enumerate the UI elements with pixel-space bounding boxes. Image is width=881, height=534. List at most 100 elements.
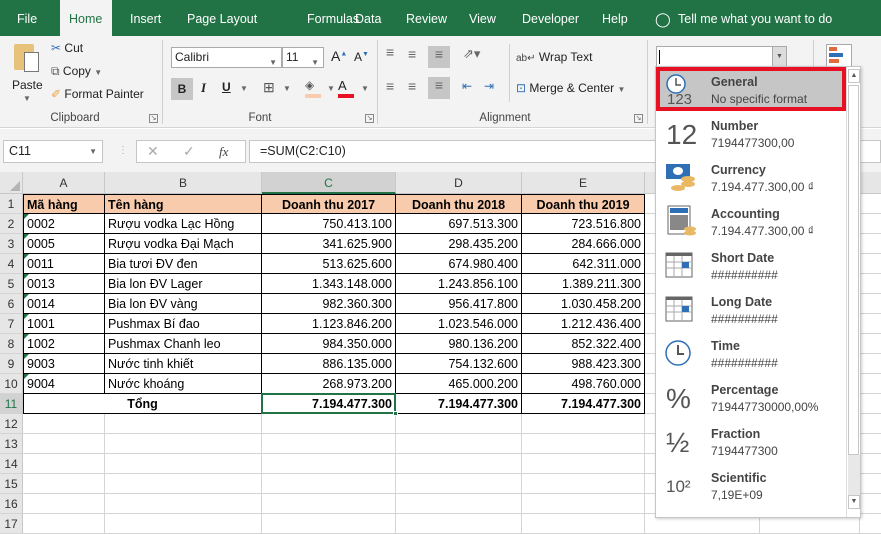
row-header-4[interactable]: 4 bbox=[0, 254, 23, 274]
fill-color-button[interactable]: ◈ bbox=[305, 78, 321, 98]
row-header-10[interactable]: 10 bbox=[0, 374, 23, 394]
merge-center-button[interactable]: ⊡ Merge & Center ▼ bbox=[516, 81, 625, 95]
cell-h8[interactable] bbox=[860, 334, 881, 354]
cell-c17[interactable] bbox=[262, 514, 396, 534]
revenue-cell[interactable]: 956.417.800 bbox=[396, 294, 522, 314]
revenue-cell[interactable]: 498.760.000 bbox=[522, 374, 645, 394]
header-cell-a1[interactable]: Mã hàng bbox=[23, 194, 105, 214]
align-left-button[interactable]: ≡ bbox=[386, 78, 394, 94]
format-option-fraction[interactable]: ½ Fraction 7194477300 bbox=[656, 419, 846, 463]
cell-h14[interactable] bbox=[860, 454, 881, 474]
underline-button[interactable]: U bbox=[222, 80, 231, 94]
italic-button[interactable]: I bbox=[201, 80, 206, 96]
column-header-h[interactable]: H bbox=[860, 172, 881, 194]
format-option-long-date[interactable]: Long Date ########## bbox=[656, 287, 846, 331]
revenue-cell[interactable]: 1.030.458.200 bbox=[522, 294, 645, 314]
cell-b15[interactable] bbox=[105, 474, 262, 494]
product-code-cell[interactable]: 1002 bbox=[23, 334, 105, 354]
chevron-down-icon[interactable]: ▼ bbox=[361, 84, 369, 93]
cell-a12[interactable] bbox=[23, 414, 105, 434]
bold-button[interactable]: B bbox=[171, 78, 193, 100]
chevron-down-icon[interactable]: ▼ bbox=[240, 84, 248, 93]
font-size-select[interactable]: 11 ▼ bbox=[282, 47, 324, 68]
name-box[interactable]: C11 ▼ bbox=[3, 140, 103, 163]
cell-h4[interactable] bbox=[860, 254, 881, 274]
revenue-cell[interactable]: 298.435.200 bbox=[396, 234, 522, 254]
cell-h17[interactable] bbox=[860, 514, 881, 534]
tab-help[interactable]: Help bbox=[593, 0, 637, 36]
cell-a15[interactable] bbox=[23, 474, 105, 494]
format-option-percentage[interactable]: % Percentage 719447730000,00% bbox=[656, 375, 846, 419]
product-name-cell[interactable]: Bia lon ĐV Lager bbox=[105, 274, 262, 294]
row-header-9[interactable]: 9 bbox=[0, 354, 23, 374]
cell-h9[interactable] bbox=[860, 354, 881, 374]
revenue-cell[interactable]: 852.322.400 bbox=[522, 334, 645, 354]
column-header-e[interactable]: E bbox=[522, 172, 645, 194]
cell-h16[interactable] bbox=[860, 494, 881, 514]
align-bottom-button[interactable]: ≡ bbox=[428, 46, 450, 68]
tab-page-layout[interactable]: Page Layout bbox=[178, 0, 266, 36]
increase-font-size-button[interactable]: A▲ bbox=[331, 48, 347, 64]
row-header-12[interactable]: 12 bbox=[0, 414, 23, 434]
product-name-cell[interactable]: Rượu vodka Lạc Hồng bbox=[105, 214, 262, 234]
clipboard-launcher-icon[interactable]: ↘ bbox=[149, 114, 158, 123]
cell-d15[interactable] bbox=[396, 474, 522, 494]
font-name-select[interactable]: Calibri ▼ bbox=[171, 47, 282, 68]
cell-a13[interactable] bbox=[23, 434, 105, 454]
number-format-dropdown-button[interactable]: ▼ bbox=[772, 47, 786, 67]
cell-h12[interactable] bbox=[860, 414, 881, 434]
revenue-cell[interactable]: 465.000.200 bbox=[396, 374, 522, 394]
cell-e13[interactable] bbox=[522, 434, 645, 454]
cell-c15[interactable] bbox=[262, 474, 396, 494]
decrease-indent-button[interactable]: ⇤ bbox=[462, 79, 472, 93]
cell-b13[interactable] bbox=[105, 434, 262, 454]
cell-d13[interactable] bbox=[396, 434, 522, 454]
revenue-cell[interactable]: 674.980.400 bbox=[396, 254, 522, 274]
font-launcher-icon[interactable]: ↘ bbox=[365, 114, 374, 123]
revenue-cell[interactable]: 642.311.000 bbox=[522, 254, 645, 274]
cell-e15[interactable] bbox=[522, 474, 645, 494]
cell-a14[interactable] bbox=[23, 454, 105, 474]
decrease-font-size-button[interactable]: A▼ bbox=[354, 50, 369, 64]
column-header-d[interactable]: D bbox=[396, 172, 522, 194]
font-color-button[interactable]: A bbox=[338, 78, 354, 98]
total-cell-d11[interactable]: 7.194.477.300 bbox=[396, 394, 522, 414]
cell-c14[interactable] bbox=[262, 454, 396, 474]
cell-b16[interactable] bbox=[105, 494, 262, 514]
product-code-cell[interactable]: 9004 bbox=[23, 374, 105, 394]
row-header-14[interactable]: 14 bbox=[0, 454, 23, 474]
revenue-cell[interactable]: 1.212.436.400 bbox=[522, 314, 645, 334]
cell-d16[interactable] bbox=[396, 494, 522, 514]
tab-home[interactable]: Home bbox=[60, 0, 112, 36]
cell-d17[interactable] bbox=[396, 514, 522, 534]
revenue-cell[interactable]: 980.136.200 bbox=[396, 334, 522, 354]
product-code-cell[interactable]: 1001 bbox=[23, 314, 105, 334]
insert-function-icon[interactable]: fx bbox=[219, 144, 228, 160]
product-code-cell[interactable]: 0014 bbox=[23, 294, 105, 314]
revenue-cell[interactable]: 513.625.600 bbox=[262, 254, 396, 274]
column-header-c[interactable]: C bbox=[262, 172, 396, 194]
row-header-17[interactable]: 17 bbox=[0, 514, 23, 534]
total-label-cell[interactable]: Tổng bbox=[23, 394, 262, 414]
cell-c16[interactable] bbox=[262, 494, 396, 514]
total-cell-e11[interactable]: 7.194.477.300 bbox=[522, 394, 645, 414]
revenue-cell[interactable]: 1.343.148.000 bbox=[262, 274, 396, 294]
cell-d14[interactable] bbox=[396, 454, 522, 474]
menu-scrollbar[interactable]: ▲ ▼ bbox=[846, 67, 860, 517]
header-cell-b1[interactable]: Tên hàng bbox=[105, 194, 262, 214]
borders-button[interactable]: ⊞ bbox=[263, 79, 275, 96]
product-code-cell[interactable]: 9003 bbox=[23, 354, 105, 374]
cell-h1[interactable] bbox=[860, 194, 881, 214]
cell-h6[interactable] bbox=[860, 294, 881, 314]
tab-insert[interactable]: Insert bbox=[121, 0, 170, 36]
row-header-2[interactable]: 2 bbox=[0, 214, 23, 234]
product-name-cell[interactable]: Nước khoáng bbox=[105, 374, 262, 394]
cell-b17[interactable] bbox=[105, 514, 262, 534]
cell-d12[interactable] bbox=[396, 414, 522, 434]
tab-developer[interactable]: Developer bbox=[513, 0, 588, 36]
scrollbar-track[interactable] bbox=[848, 455, 860, 495]
row-header-3[interactable]: 3 bbox=[0, 234, 23, 254]
number-format-select[interactable]: ▼ bbox=[656, 46, 787, 68]
align-right-button[interactable]: ≡ bbox=[428, 77, 450, 99]
product-name-cell[interactable]: Bia tươi ĐV đen bbox=[105, 254, 262, 274]
